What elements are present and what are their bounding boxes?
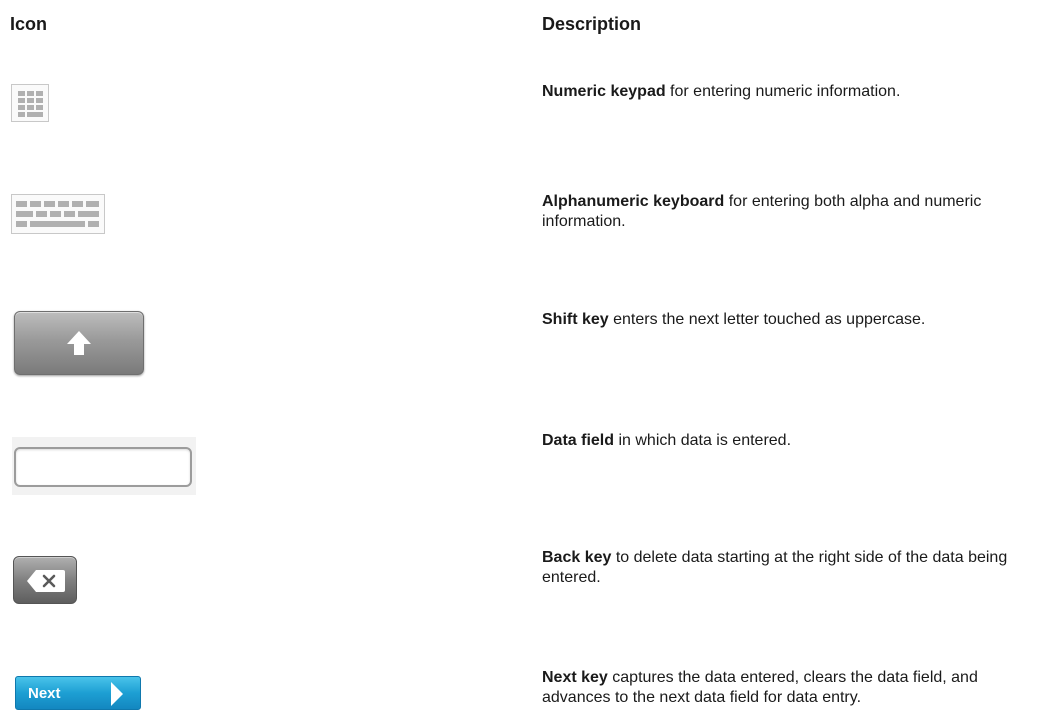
term-alphanumeric-keyboard: Alphanumeric keyboard [542,193,725,210]
back-key-icon [13,556,77,604]
text-next-key: captures the data entered, clears the da… [542,669,978,706]
term-back-key: Back key [542,549,612,566]
next-key-label: Next [28,685,61,702]
shift-key-icon [14,311,144,375]
text-data-field: in which data is entered. [614,432,792,449]
backspace-icon [27,570,65,592]
text-numeric-keypad: for entering numeric information. [665,83,901,100]
numeric-keypad-icon [11,84,49,122]
description-back-key: Back key to delete data starting at the … [542,548,1022,588]
description-numeric-keypad: Numeric keypad for entering numeric info… [542,82,1022,102]
term-next-key: Next key [542,669,608,686]
data-field-box [14,447,192,487]
text-shift-key: enters the next letter touched as upperc… [608,311,926,328]
description-data-field: Data field in which data is entered. [542,431,1022,451]
term-numeric-keypad: Numeric keypad [542,83,666,100]
term-shift-key: Shift key [542,311,609,328]
alphanumeric-keyboard-icon [11,194,105,234]
term-data-field: Data field [542,432,615,449]
text-back-key: to delete data starting at the right sid… [542,549,1008,586]
chevron-right-icon [111,682,123,706]
description-alphanumeric-keyboard: Alphanumeric keyboard for entering both … [542,192,1022,232]
up-arrow-icon [67,331,91,355]
column-header-description: Description [542,14,642,34]
data-field-icon [12,437,196,495]
next-key-icon: Next [15,676,141,710]
description-shift-key: Shift key enters the next letter touched… [542,310,1022,330]
column-header-icon: Icon [10,14,48,34]
description-next-key: Next key captures the data entered, clea… [542,668,1022,708]
